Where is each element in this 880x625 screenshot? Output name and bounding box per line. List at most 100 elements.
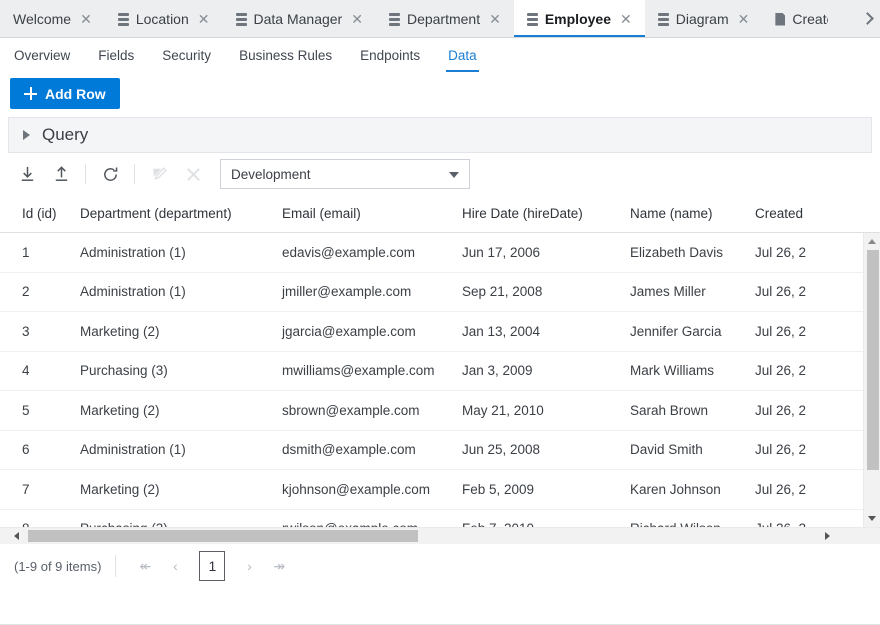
database-icon <box>388 12 400 26</box>
cell-id: 1 <box>22 244 30 260</box>
subtab-label: Business Rules <box>239 48 333 63</box>
cell-created: Jul 26, 2 <box>755 284 807 300</box>
column-header-department[interactable]: Department (department) <box>80 206 282 221</box>
close-icon[interactable]: ✕ <box>198 12 210 26</box>
close-icon[interactable]: ✕ <box>489 12 501 26</box>
table-row[interactable]: 5 Marketing (2) sbrown@example.com May 2… <box>0 391 880 431</box>
refresh-button[interactable] <box>93 159 127 189</box>
cell-name: Mark Williams <box>630 363 714 379</box>
cell-id: 5 <box>22 402 30 418</box>
subtab-security[interactable]: Security <box>148 38 225 74</box>
tab-label: Employee <box>544 11 611 27</box>
close-icon[interactable]: ✕ <box>620 12 632 26</box>
tab-welcome[interactable]: Welcome ✕ <box>0 0 105 37</box>
cell-email: dsmith@example.com <box>282 442 416 458</box>
toolbar-divider <box>134 164 135 184</box>
grid-pager: (1-9 of 9 items) ↞ ‹ 1 › ↠ <box>0 544 880 588</box>
subtab-overview[interactable]: Overview <box>14 38 84 74</box>
close-icon[interactable]: ✕ <box>351 12 363 26</box>
tab-department[interactable]: Department ✕ <box>376 0 514 37</box>
plus-icon <box>24 87 37 100</box>
upload-button[interactable] <box>44 159 78 189</box>
tab-diagram[interactable]: Diagram ✕ <box>645 0 763 37</box>
column-header-email[interactable]: Email (email) <box>282 206 462 221</box>
pager-count-label: (1-9 of 9 items) <box>14 558 102 574</box>
triangle-right-icon <box>23 130 30 140</box>
refresh-icon <box>103 166 117 181</box>
pager-next-button[interactable]: › <box>234 551 264 581</box>
column-header-created[interactable]: Created <box>755 206 865 221</box>
table-row[interactable]: 8 Purchasing (3) rwilson@example.com Feb… <box>0 510 880 527</box>
cell-created: Jul 26, 2 <box>755 481 807 497</box>
tab-label: Location <box>135 11 189 27</box>
cell-created: Jul 26, 2 <box>755 442 807 458</box>
file-icon <box>775 12 786 26</box>
add-row-button[interactable]: Add Row <box>10 78 120 109</box>
tab-label: Department <box>406 11 481 27</box>
tab-data-manager[interactable]: Data Manager ✕ <box>223 0 376 37</box>
environment-select-value: Development <box>231 166 311 182</box>
scroll-up-button[interactable] <box>864 233 880 250</box>
pager-divider <box>115 555 117 577</box>
cell-name: Jennifer Garcia <box>630 323 722 339</box>
table-row[interactable]: 4 Purchasing (3) mwilliams@example.com J… <box>0 352 880 391</box>
cell-department: Administration (1) <box>80 284 186 300</box>
upload-icon <box>55 165 67 181</box>
subtab-label: Overview <box>14 48 71 63</box>
table-row[interactable]: 2 Administration (1) jmiller@example.com… <box>0 273 880 312</box>
cell-name: David Smith <box>630 442 703 458</box>
cell-department: Administration (1) <box>80 244 186 260</box>
pager-first-button[interactable]: ↞ <box>130 551 160 581</box>
horizontal-scroll-thumb[interactable] <box>28 530 418 542</box>
tab-location[interactable]: Location ✕ <box>105 0 223 37</box>
query-panel-title: Query <box>42 125 89 144</box>
cell-email: sbrown@example.com <box>282 402 420 418</box>
download-button[interactable] <box>10 159 44 189</box>
edit-button[interactable] <box>142 159 176 189</box>
scroll-down-button[interactable] <box>864 510 880 527</box>
subtab-endpoints[interactable]: Endpoints <box>346 38 434 74</box>
cell-name: Sarah Brown <box>630 402 709 418</box>
pager-last-button[interactable]: ↠ <box>264 551 294 581</box>
cell-department: Marketing (2) <box>80 323 160 339</box>
column-header-name[interactable]: Name (name) <box>630 206 755 221</box>
vertical-scroll-thumb[interactable] <box>867 250 879 470</box>
cell-id: 3 <box>22 323 30 339</box>
cell-created: Jul 26, 2 <box>755 402 807 418</box>
chevron-down-icon <box>449 172 459 178</box>
cell-hire-date: Sep 21, 2008 <box>462 284 543 300</box>
table-row[interactable]: 3 Marketing (2) jgarcia@example.com Jan … <box>0 312 880 352</box>
scroll-left-button[interactable] <box>8 528 25 544</box>
table-row[interactable]: 7 Marketing (2) kjohnson@example.com Feb… <box>0 470 880 510</box>
cell-hire-date: Jan 3, 2009 <box>462 363 533 379</box>
column-header-id[interactable]: Id (id) <box>0 206 80 221</box>
subtab-business-rules[interactable]: Business Rules <box>225 38 346 74</box>
scroll-right-button[interactable] <box>819 528 836 544</box>
pager-page-1[interactable]: 1 <box>199 551 226 581</box>
tab-create[interactable]: Create <box>762 0 828 37</box>
table-row[interactable]: 1 Administration (1) edavis@example.com … <box>0 233 880 273</box>
data-grid: Id (id) Department (department) Email (e… <box>0 195 880 544</box>
column-header-hire-date[interactable]: Hire Date (hireDate) <box>462 206 630 221</box>
cell-hire-date: May 21, 2010 <box>462 402 544 418</box>
grid-vertical-scrollbar[interactable] <box>863 233 880 527</box>
tab-employee[interactable]: Employee ✕ <box>513 0 645 37</box>
entity-subtab-bar: Overview Fields Security Business Rules … <box>0 38 880 74</box>
subtab-fields[interactable]: Fields <box>84 38 148 74</box>
environment-select[interactable]: Development <box>220 159 470 189</box>
table-row[interactable]: 6 Administration (1) dsmith@example.com … <box>0 431 880 470</box>
grid-body: 1 Administration (1) edavis@example.com … <box>0 233 880 527</box>
close-icon[interactable]: ✕ <box>738 12 750 26</box>
close-icon[interactable]: ✕ <box>80 12 92 26</box>
tab-overflow-button[interactable] <box>854 0 880 37</box>
subtab-data[interactable]: Data <box>434 38 491 74</box>
pager-prev-button[interactable]: ‹ <box>160 551 190 581</box>
grid-horizontal-scrollbar[interactable] <box>0 527 880 544</box>
cell-created: Jul 26, 2 <box>755 323 807 339</box>
download-icon <box>21 166 33 181</box>
arrow-right-icon <box>825 532 830 540</box>
query-panel-header[interactable]: Query <box>8 117 872 153</box>
tab-label: Welcome <box>13 11 72 27</box>
delete-button[interactable] <box>176 159 210 189</box>
database-icon <box>235 12 247 26</box>
